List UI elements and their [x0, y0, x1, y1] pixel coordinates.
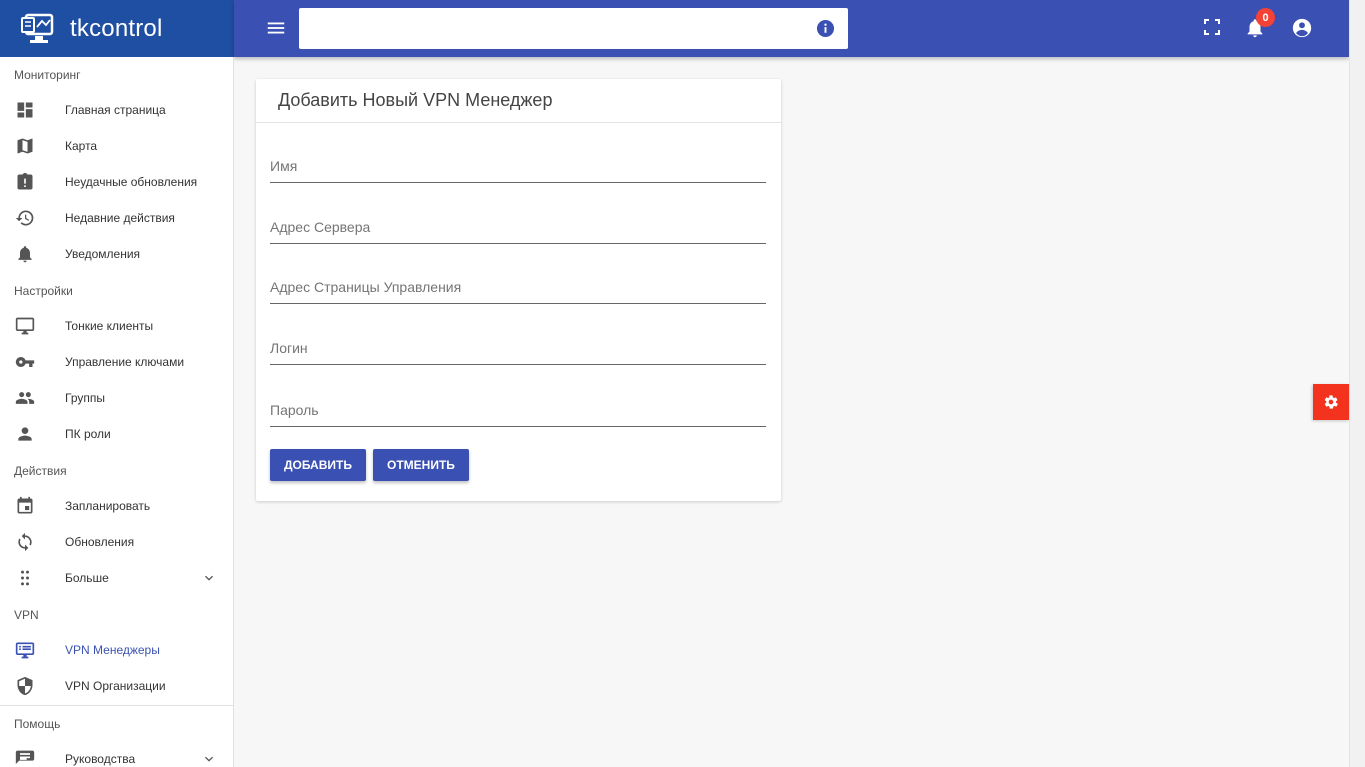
person-icon [18, 427, 32, 441]
sidebar-item-label: VPN Менеджеры [65, 643, 160, 657]
chevron-down-icon[interactable] [201, 570, 217, 586]
shield-icon [17, 676, 33, 696]
chevron-down-icon[interactable] [201, 751, 217, 767]
section-monitoring: Мониторинг [14, 68, 81, 82]
section-settings: Настройки [14, 284, 73, 298]
sidebar-item-more[interactable]: Больше [0, 560, 233, 596]
history-icon [15, 210, 34, 226]
logo-icon [21, 13, 54, 43]
password-input[interactable] [270, 387, 766, 423]
server-address-field [270, 204, 766, 244]
server-address-input[interactable] [270, 204, 766, 240]
sidebar-item-label: ПК роли [65, 427, 111, 441]
sidebar-item-key-management[interactable]: Управление ключами [0, 344, 233, 380]
sidebar-item-vpn-managers[interactable]: VPN Менеджеры [0, 632, 233, 668]
login-input[interactable] [270, 325, 766, 361]
dots-grid-icon [21, 570, 29, 586]
notifications-badge: 0 [1256, 8, 1275, 27]
sidebar: Мониторинг Главная страница Карта Неудач… [0, 57, 234, 767]
map-icon [17, 138, 33, 154]
sidebar-item-label: VPN Организации [65, 679, 166, 693]
monitor-icon [15, 317, 35, 335]
sidebar-item-guides[interactable]: Руководства [0, 741, 233, 767]
sidebar-item-dashboard[interactable]: Главная страница [0, 92, 233, 128]
section-actions: Действия [14, 464, 67, 478]
section-help: Помощь [14, 717, 61, 731]
gear-icon [1324, 395, 1338, 409]
account-icon[interactable] [1291, 17, 1313, 39]
add-vpn-manager-card: Добавить Новый VPN Менеджер ДОБАВИТЬ ОТМ… [256, 79, 781, 501]
calendar-icon [17, 496, 33, 514]
sidebar-item-label: Руководства [65, 752, 136, 766]
sidebar-divider [0, 705, 233, 706]
cancel-button[interactable]: ОТМЕНИТЬ [373, 449, 469, 481]
sidebar-item-label: Недавние действия [65, 211, 175, 225]
bell-icon [18, 246, 32, 263]
sidebar-item-label: Карта [65, 139, 98, 153]
add-button[interactable]: ДОБАВИТЬ [270, 449, 366, 481]
settings-button[interactable] [1313, 384, 1349, 420]
sidebar-item-map[interactable]: Карта [0, 128, 233, 164]
sidebar-item-vpn-organizations[interactable]: VPN Организации [0, 668, 233, 704]
sidebar-item-label: Главная страница [65, 103, 166, 117]
dashboard-icon [17, 102, 33, 118]
sidebar-item-schedule[interactable]: Запланировать [0, 488, 233, 524]
sidebar-item-label: Неудачные обновления [65, 175, 198, 189]
people-icon [15, 392, 35, 404]
page-scrollbar[interactable] [1349, 0, 1365, 767]
section-vpn: VPN [14, 608, 39, 622]
key-icon [15, 357, 35, 367]
refresh-icon [18, 532, 32, 552]
menu-icon[interactable] [265, 17, 287, 39]
sidebar-item-label: Запланировать [65, 499, 151, 513]
clipboard-alert-icon [17, 172, 33, 190]
sidebar-item-label: Уведомления [65, 247, 141, 261]
info-icon[interactable] [816, 19, 835, 38]
vpn-manager-icon [15, 642, 35, 659]
login-field [270, 325, 766, 365]
top-bar: 0 [234, 0, 1349, 57]
brand[interactable]: tkcontrol [0, 0, 234, 57]
sidebar-item-notifications[interactable]: Уведомления [0, 236, 233, 272]
app-name: tkcontrol [70, 14, 163, 42]
sidebar-item-label: Обновления [65, 535, 135, 549]
sidebar-item-label: Управление ключами [65, 355, 185, 369]
sidebar-item-label: Больше [65, 571, 109, 585]
fullscreen-icon[interactable] [1204, 19, 1220, 35]
sidebar-item-groups[interactable]: Группы [0, 380, 233, 416]
password-field [270, 387, 766, 427]
sidebar-item-recent-actions[interactable]: Недавние действия [0, 200, 233, 236]
sidebar-item-updates[interactable]: Обновления [0, 524, 233, 560]
card-title: Добавить Новый VPN Менеджер [256, 79, 781, 123]
name-field [270, 143, 766, 183]
management-page-address-field [270, 264, 766, 304]
sidebar-item-label: Тонкие клиенты [65, 319, 154, 333]
sidebar-item-label: Группы [65, 391, 105, 405]
search-input[interactable] [299, 8, 799, 49]
management-page-address-input[interactable] [270, 264, 766, 300]
search-box [299, 8, 848, 49]
guide-icon [15, 750, 35, 764]
sidebar-item-failed-updates[interactable]: Неудачные обновления [0, 164, 233, 200]
sidebar-item-thin-clients[interactable]: Тонкие клиенты [0, 308, 233, 344]
sidebar-item-pc-roles[interactable]: ПК роли [0, 416, 233, 452]
name-input[interactable] [270, 143, 766, 179]
